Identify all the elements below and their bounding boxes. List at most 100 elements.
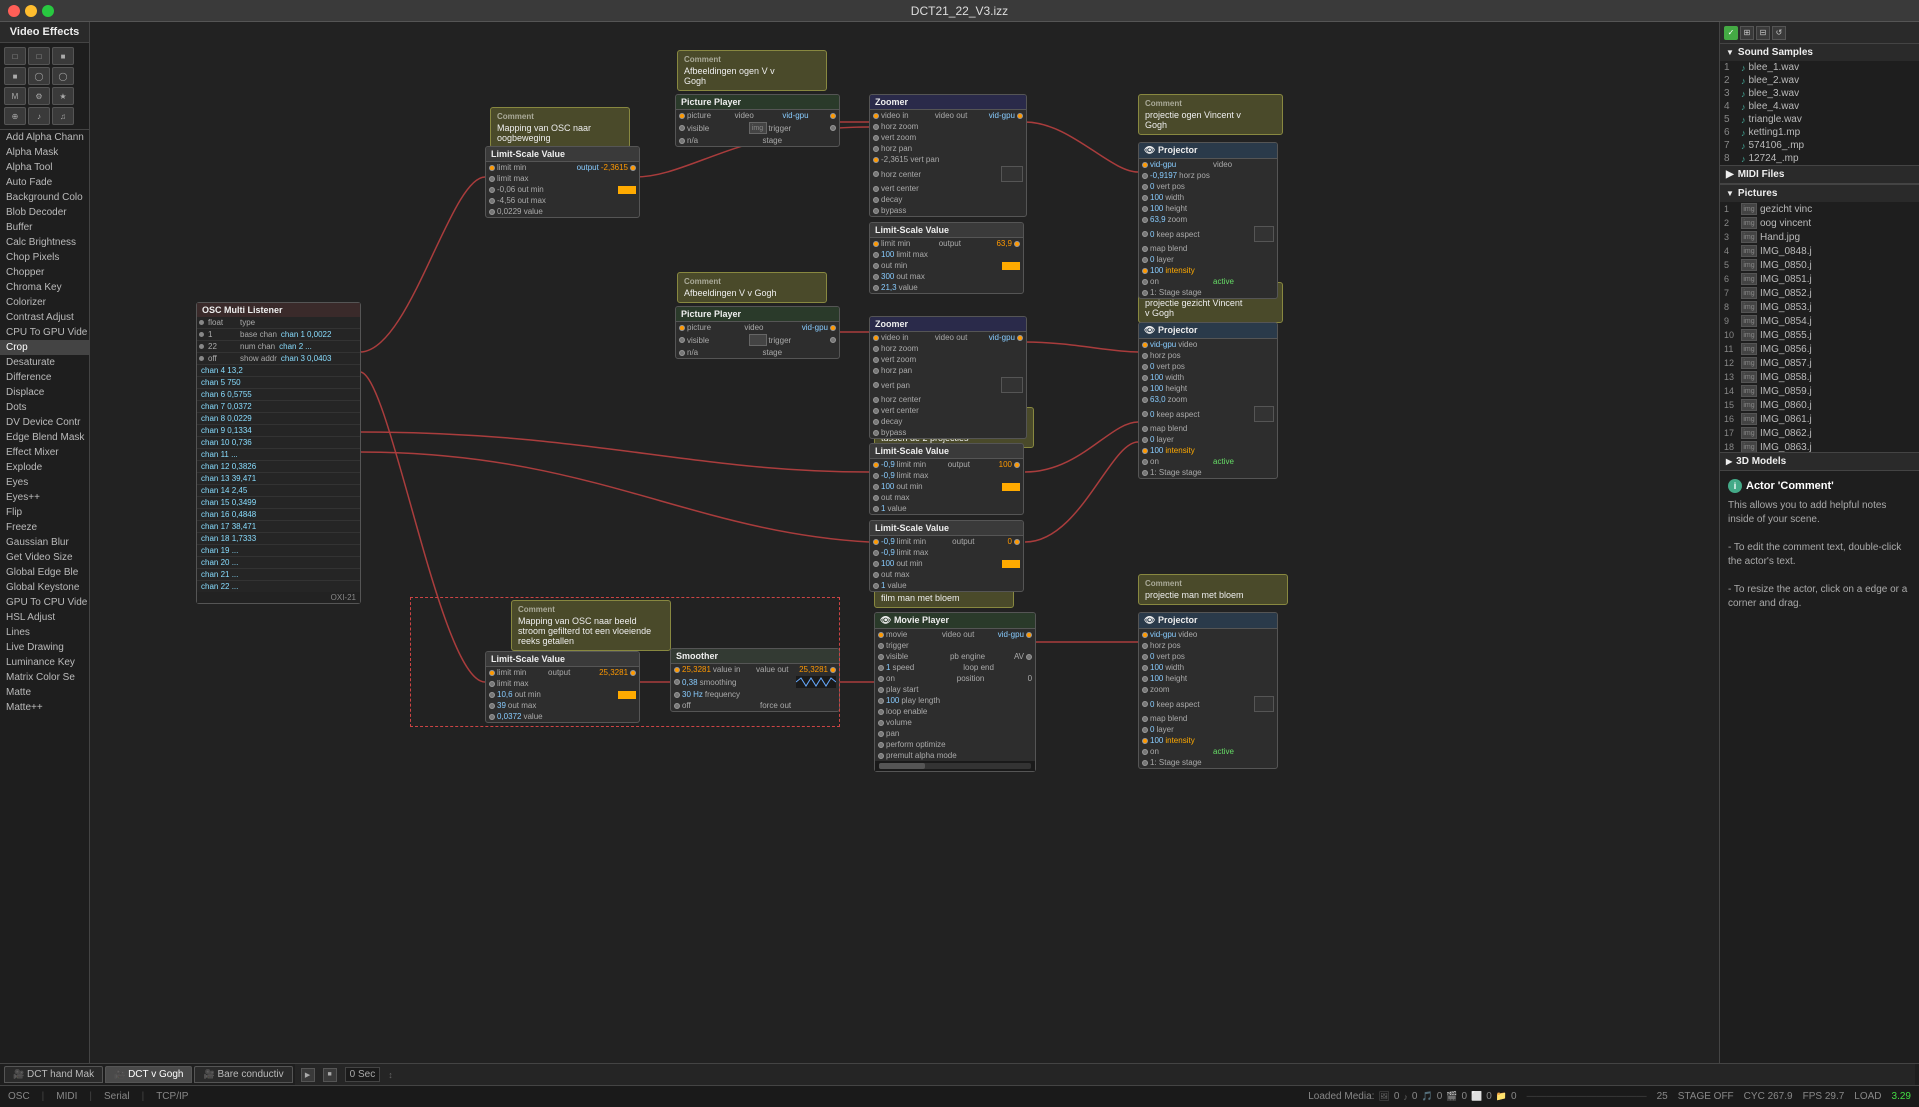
zoomer-2[interactable]: Zoomer video in video out vid-gpu horz z… (869, 316, 1027, 439)
pic-item-3[interactable]: 3imgHand.jpg (1720, 230, 1919, 244)
movie-player[interactable]: 👁 Movie Player movie video out vid-gpu t… (874, 612, 1036, 772)
pic-item-15[interactable]: 15imgIMG_0860.j (1720, 398, 1919, 412)
midi-status[interactable]: MIDI (56, 1091, 77, 1102)
tab-dct-hand-mak[interactable]: 🎥 DCT hand Mak (4, 1066, 103, 1083)
ls4-val-display[interactable] (1002, 560, 1020, 568)
comment-node-6[interactable]: Comment projectie ogen Vincent vGogh (1138, 94, 1283, 135)
sound-item-5[interactable]: 5♪triangle.wav (1720, 113, 1919, 126)
tool-star[interactable]: ★ (52, 87, 74, 105)
pic-item-8[interactable]: 8imgIMG_0853.j (1720, 300, 1919, 314)
ls5-val-display[interactable] (618, 691, 636, 699)
tool-square2[interactable]: ■ (4, 67, 26, 85)
osc-multi-listener[interactable]: OSC Multi Listener float type 1 base cha… (196, 302, 361, 604)
tool-music2[interactable]: ♫ (52, 107, 74, 125)
sidebar-item-add-alpha[interactable]: Add Alpha Chann (0, 130, 89, 145)
ls2-val-display[interactable] (1002, 262, 1020, 270)
right-tool-1[interactable]: ⊞ (1740, 26, 1754, 40)
smoother-node[interactable]: Smoother 25,3281 value in value out 25,3… (670, 648, 840, 712)
canvas-area[interactable]: Comment Mapping van OSC naaroogbeweging … (90, 22, 1719, 1063)
sound-item-2[interactable]: 2♪blee_2.wav (1720, 74, 1919, 87)
tab-dct-gogh[interactable]: 🎥 DCT v Gogh (105, 1066, 192, 1083)
sidebar-item-eyespp[interactable]: Eyes++ (0, 490, 89, 505)
comment-node-3[interactable]: Comment Afbeeldingen V v Gogh (677, 272, 827, 303)
zoomer-1[interactable]: Zoomer video in video out vid-gpu horz z… (869, 94, 1027, 217)
pic-item-6[interactable]: 6imgIMG_0851.j (1720, 272, 1919, 286)
pic-item-14[interactable]: 14imgIMG_0859.j (1720, 384, 1919, 398)
sidebar-item-displace[interactable]: Displace (0, 385, 89, 400)
window-controls[interactable] (8, 5, 54, 17)
tool-square1[interactable]: ■ (52, 47, 74, 65)
pic-item-17[interactable]: 17imgIMG_0862.j (1720, 426, 1919, 440)
picture-player-2[interactable]: Picture Player picture video vid-gpu vis… (675, 306, 840, 359)
sidebar-item-alpha-mask[interactable]: Alpha Mask (0, 145, 89, 160)
sound-item-4[interactable]: 4♪blee_4.wav (1720, 100, 1919, 113)
sidebar-item-matte[interactable]: Matte (0, 685, 89, 700)
pictures-header[interactable]: ▼ Pictures (1720, 185, 1919, 202)
tool-plus[interactable]: ⊕ (4, 107, 26, 125)
pic-item-16[interactable]: 16imgIMG_0861.j (1720, 412, 1919, 426)
close-button[interactable] (8, 5, 20, 17)
limit-scale-3[interactable]: Limit-Scale Value -0,9 limit min output … (869, 443, 1024, 515)
sidebar-item-calc-brightness[interactable]: Calc Brightness (0, 235, 89, 250)
pic-item-18[interactable]: 18imgIMG_0863.j (1720, 440, 1919, 452)
sound-item-3[interactable]: 3♪blee_3.wav (1720, 87, 1919, 100)
sidebar-item-buffer[interactable]: Buffer (0, 220, 89, 235)
sidebar-item-matrix[interactable]: Matrix Color Se (0, 670, 89, 685)
sidebar-item-difference[interactable]: Difference (0, 370, 89, 385)
sidebar-item-dv-device[interactable]: DV Device Contr (0, 415, 89, 430)
sidebar-item-mattepp[interactable]: Matte++ (0, 700, 89, 715)
tool-rect2[interactable]: □ (28, 47, 50, 65)
value-display[interactable] (618, 186, 636, 194)
sidebar-item-background[interactable]: Background Colo (0, 190, 89, 205)
osc-status[interactable]: OSC (8, 1091, 30, 1102)
sidebar-item-freeze[interactable]: Freeze (0, 520, 89, 535)
sidebar-item-hsl[interactable]: HSL Adjust (0, 610, 89, 625)
tool-rect1[interactable]: □ (4, 47, 26, 65)
pic-item-1[interactable]: 1imggezicht vinc (1720, 202, 1919, 216)
picture-player-1[interactable]: Picture Player picture video vid-gpu vis… (675, 94, 840, 147)
limit-scale-1[interactable]: Limit-Scale Value limit min output -2,36… (485, 146, 640, 218)
sidebar-item-get-video[interactable]: Get Video Size (0, 550, 89, 565)
sidebar-item-chop[interactable]: Chop Pixels (0, 250, 89, 265)
sidebar-item-global-keystone[interactable]: Global Keystone (0, 580, 89, 595)
sound-item-7[interactable]: 7♪574106_.mp (1720, 139, 1919, 152)
limit-scale-5[interactable]: Limit-Scale Value limit min output 25,32… (485, 651, 640, 723)
tool-music1[interactable]: ♪ (28, 107, 50, 125)
stop-button[interactable]: ■ (323, 1068, 337, 1082)
tcp-status[interactable]: TCP/IP (156, 1091, 188, 1102)
sidebar-item-live-drawing[interactable]: Live Drawing (0, 640, 89, 655)
sidebar-item-auto-fade[interactable]: Auto Fade (0, 175, 89, 190)
pic-item-13[interactable]: 13imgIMG_0858.j (1720, 370, 1919, 384)
sidebar-item-eyes[interactable]: Eyes (0, 475, 89, 490)
sidebar-item-chroma[interactable]: Chroma Key (0, 280, 89, 295)
projector-3[interactable]: 👁 Projector vid-gpuvideo horz pos 0vert … (1138, 612, 1278, 769)
sidebar-item-global-edge[interactable]: Global Edge Ble (0, 565, 89, 580)
pic-item-10[interactable]: 10imgIMG_0855.j (1720, 328, 1919, 342)
tool-m[interactable]: M (4, 87, 26, 105)
sidebar-item-dots[interactable]: Dots (0, 400, 89, 415)
limit-scale-4[interactable]: Limit-Scale Value -0,9 limit min output … (869, 520, 1024, 592)
tool-circle2[interactable]: ◯ (52, 67, 74, 85)
sidebar-item-contrast[interactable]: Contrast Adjust (0, 310, 89, 325)
sidebar-item-gaussian[interactable]: Gaussian Blur (0, 535, 89, 550)
sidebar-item-effect-mixer[interactable]: Effect Mixer (0, 445, 89, 460)
sidebar-item-cpu-to-gpu[interactable]: CPU To GPU Vide (0, 325, 89, 340)
sidebar-item-edge-blend[interactable]: Edge Blend Mask (0, 430, 89, 445)
comment-node-1[interactable]: Comment Mapping van OSC naaroogbeweging (490, 107, 630, 148)
sound-item-8[interactable]: 8♪12724_.mp (1720, 152, 1919, 165)
sidebar-item-luminance[interactable]: Luminance Key (0, 655, 89, 670)
pic-item-4[interactable]: 4imgIMG_0848.j (1720, 244, 1919, 258)
projector-1[interactable]: 👁 Projector vid-gpu video -0,9197 horz p… (1138, 142, 1278, 299)
play-button[interactable]: ▶ (301, 1068, 315, 1082)
comment-node-9[interactable]: Comment Mapping van OSC naar beeldstroom… (511, 600, 671, 651)
limit-scale-2[interactable]: Limit-Scale Value limit min output 63,9 … (869, 222, 1024, 294)
comment-node-2[interactable]: Comment Afbeeldingen ogen V vGogh (677, 50, 827, 91)
sidebar-item-explode[interactable]: Explode (0, 460, 89, 475)
sidebar-item-alpha-tool[interactable]: Alpha Tool (0, 160, 89, 175)
serial-status[interactable]: Serial (104, 1091, 130, 1102)
ls3-val-display[interactable] (1002, 483, 1020, 491)
tool-gear[interactable]: ⚙ (28, 87, 50, 105)
sound-item-1[interactable]: 1♪blee_1.wav (1720, 61, 1919, 74)
sidebar-item-colorizer[interactable]: Colorizer (0, 295, 89, 310)
sidebar-item-crop[interactable]: Crop (0, 340, 89, 355)
